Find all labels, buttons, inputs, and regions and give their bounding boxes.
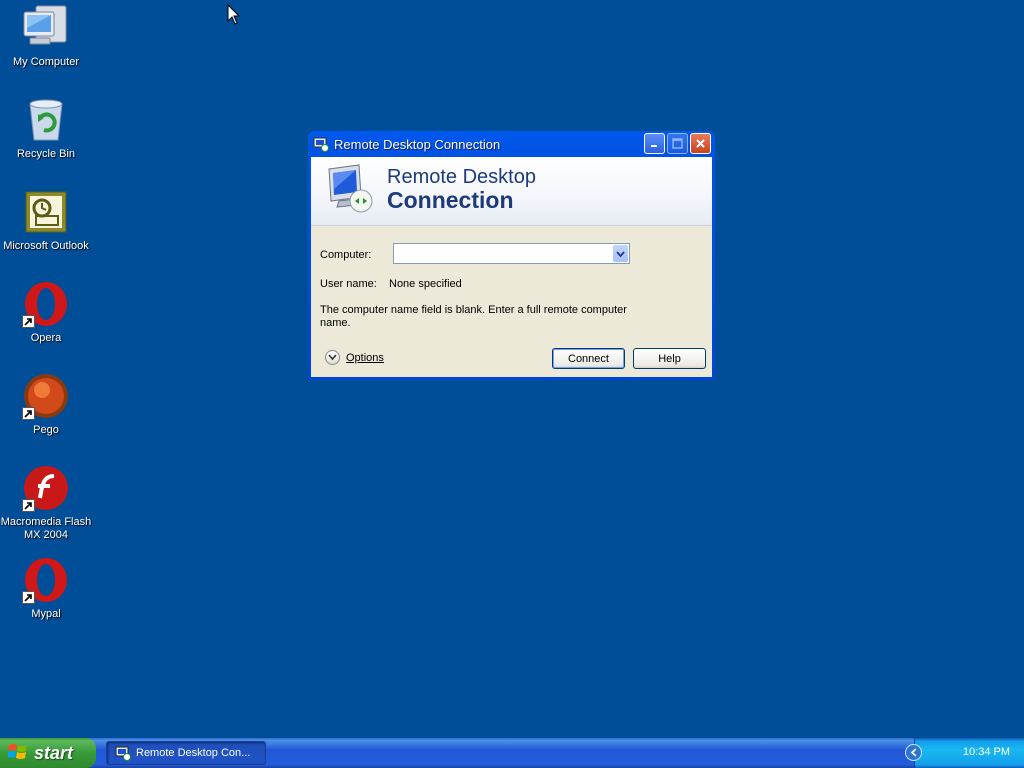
recycle-bin-icon xyxy=(22,96,70,144)
shortcut-arrow-icon xyxy=(22,315,35,328)
dialog-client-area: Remote Desktop Connection Computer: User… xyxy=(311,157,712,377)
shortcut-arrow-icon xyxy=(22,499,35,512)
taskbar-item-remote-desktop[interactable]: Remote Desktop Con... xyxy=(106,741,266,765)
blank-computer-message: The computer name field is blank. Enter … xyxy=(320,304,627,329)
computer-combobox[interactable] xyxy=(393,243,630,264)
maximize-icon xyxy=(672,138,683,149)
start-button[interactable]: start xyxy=(0,738,96,768)
desktop-icon-label: Recycle Bin xyxy=(16,148,76,160)
desktop-icon-recycle-bin[interactable]: Recycle Bin xyxy=(0,96,92,161)
close-button[interactable] xyxy=(690,133,711,154)
show-hidden-icons-button[interactable] xyxy=(905,744,922,761)
taskbar: start Remote Desktop Con... 10:34 PM xyxy=(0,738,1024,768)
desktop-icon-label: Microsoft Outlook xyxy=(3,240,89,252)
task-label: Remote Desktop Con... xyxy=(136,747,251,759)
desktop-icon-label: Mypal xyxy=(31,608,61,620)
start-label: start xyxy=(34,742,74,763)
help-button[interactable]: Help xyxy=(633,348,706,369)
connect-button[interactable]: Connect xyxy=(552,348,625,369)
title-buttons xyxy=(644,133,711,154)
outlook-icon xyxy=(22,188,70,236)
system-tray: 10:34 PM xyxy=(905,738,1024,768)
shortcut-arrow-icon xyxy=(22,591,35,604)
maximize-button[interactable] xyxy=(667,133,688,154)
dialog-banner: Remote Desktop Connection xyxy=(311,157,712,226)
desktop-icon-label: Macromedia Flash MX 2004 xyxy=(0,516,92,541)
desktop-icon-label: My Computer xyxy=(12,56,80,68)
remote-desktop-dialog: Remote Desktop Connection Remote Desktop… xyxy=(308,131,715,380)
dialog-title: Remote Desktop Connection xyxy=(334,136,501,152)
desktop-icon-label: Pego xyxy=(33,424,59,436)
desktop-icon-opera[interactable]: Opera xyxy=(0,280,92,345)
desktop-icon-microsoft-outlook[interactable]: Microsoft Outlook xyxy=(0,188,92,253)
username-value: None specified xyxy=(389,278,462,290)
options-label: Options xyxy=(346,351,384,364)
close-icon xyxy=(696,139,705,148)
minimize-button[interactable] xyxy=(644,133,665,154)
mypal-icon xyxy=(22,556,70,604)
remote-desktop-app-icon xyxy=(313,136,329,152)
computer-label: Computer: xyxy=(320,249,372,261)
my-computer-icon xyxy=(22,4,70,52)
clock[interactable]: 10:34 PM xyxy=(963,746,1010,758)
chevron-left-icon xyxy=(910,748,917,757)
desktop-icon-label: Opera xyxy=(30,332,62,344)
computer-dropdown-button[interactable] xyxy=(613,245,628,262)
desktop-icon-macromedia-flash[interactable]: Macromedia Flash MX 2004 xyxy=(0,464,92,542)
options-toggle[interactable]: Options xyxy=(325,350,384,365)
chevron-down-icon xyxy=(616,250,625,257)
flash-icon xyxy=(22,464,70,512)
desktop-icon-pego[interactable]: Pego xyxy=(0,372,92,437)
banner-title-line1: Remote Desktop xyxy=(387,166,536,188)
options-expand-icon xyxy=(325,350,340,365)
mouse-cursor-icon xyxy=(227,3,241,31)
minimize-icon xyxy=(651,145,657,147)
windows-logo-icon xyxy=(7,742,28,765)
remote-desktop-monitor-icon xyxy=(325,163,377,220)
username-label: User name: xyxy=(320,278,377,290)
dialog-titlebar[interactable]: Remote Desktop Connection xyxy=(311,131,712,157)
pego-icon xyxy=(22,372,70,420)
desktop-icon-my-computer[interactable]: My Computer xyxy=(0,4,92,69)
shortcut-arrow-icon xyxy=(22,407,35,420)
remote-desktop-task-icon xyxy=(115,746,131,761)
banner-title-line2: Connection xyxy=(387,187,514,213)
opera-icon xyxy=(22,280,70,328)
desktop-icon-mypal[interactable]: Mypal xyxy=(0,556,92,621)
